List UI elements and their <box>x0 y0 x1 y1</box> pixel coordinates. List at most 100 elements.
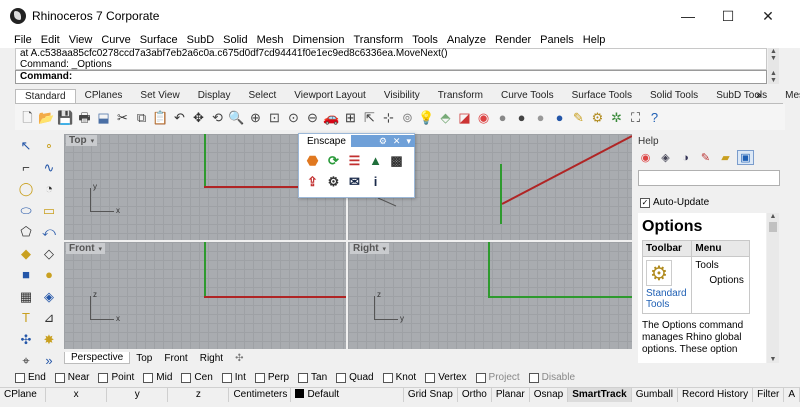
status-toggle-record-history[interactable]: Record History <box>678 387 754 402</box>
map-icon[interactable]: ⛶ <box>627 109 644 126</box>
tab-subd-tools[interactable]: SubD Tools <box>707 89 776 103</box>
zoom-window-icon[interactable]: ⊕ <box>247 109 264 126</box>
layers-panel-icon[interactable]: ◈ <box>657 150 674 165</box>
help-icon[interactable]: ? <box>646 109 663 126</box>
import-icon[interactable]: ⬓ <box>95 109 112 126</box>
viewport-tab-top[interactable]: Top <box>130 353 158 364</box>
enscape-start-icon[interactable]: ⬣ <box>303 152 322 169</box>
copy-icon[interactable]: ⧉ <box>133 109 150 126</box>
menu-surface[interactable]: Surface <box>140 34 178 46</box>
blue-sphere-icon[interactable]: ● <box>551 109 568 126</box>
car-icon[interactable]: 🚗 <box>323 109 340 126</box>
menu-panels[interactable]: Panels <box>540 34 574 46</box>
tab-select[interactable]: Select <box>240 89 286 103</box>
sphere-icon[interactable]: ● <box>38 264 60 285</box>
osnap-checkbox[interactable] <box>221 372 232 383</box>
close-button[interactable]: ✕ <box>748 0 788 32</box>
units-label[interactable]: Centimeters <box>229 387 292 402</box>
enscape-pattern-icon[interactable]: ▩ <box>387 152 406 169</box>
enscape-info-icon[interactable]: i <box>366 173 385 190</box>
zoom-icon[interactable]: 🔍 <box>228 109 245 126</box>
enscape-sync-icon[interactable]: ⟳ <box>324 152 343 169</box>
rotate-view-icon[interactable]: ⟲ <box>209 109 226 126</box>
rectangle-icon[interactable]: ▭ <box>38 200 60 221</box>
osnap-project[interactable]: Project <box>475 372 520 383</box>
help-toolbar-link[interactable]: Standard <box>646 288 688 299</box>
tab-visibility[interactable]: Visibility <box>375 89 429 103</box>
osnap-checkbox[interactable] <box>15 372 25 383</box>
toolbar-more-button[interactable]: » <box>756 90 762 101</box>
checkbox-checked[interactable]: ✓ <box>640 197 650 208</box>
viewport-tab-right[interactable]: Right <box>194 353 229 364</box>
paste-icon[interactable]: 📋 <box>152 109 169 126</box>
text-icon[interactable]: T <box>15 307 37 328</box>
minimize-button[interactable]: — <box>668 0 708 32</box>
box-icon[interactable]: ■ <box>15 264 37 285</box>
tab-solid-tools[interactable]: Solid Tools <box>641 89 707 103</box>
grasshopper-icon[interactable]: ✲ <box>608 109 625 126</box>
menu-solid[interactable]: Solid <box>223 34 247 46</box>
cut-icon[interactable]: ✂ <box>114 109 131 126</box>
status-toggle-ortho[interactable]: Ortho <box>458 387 492 402</box>
auto-update-checkbox[interactable]: ✓ Auto-Update <box>640 197 709 208</box>
dimension-icon[interactable]: ⊿ <box>38 307 60 328</box>
viewport-tab-front[interactable]: Front <box>158 353 193 364</box>
enscape-upload-icon[interactable]: ⇪ <box>303 173 322 190</box>
zoom-extents-icon[interactable]: ⊡ <box>266 109 283 126</box>
pencil-icon[interactable]: ✎ <box>570 109 587 126</box>
menu-view[interactable]: View <box>69 34 93 46</box>
layer-icon[interactable]: ⬘ <box>437 109 454 126</box>
tab-standard[interactable]: Standard <box>15 89 76 103</box>
osnap-checkbox[interactable] <box>254 372 265 383</box>
shaded-sphere-icon[interactable]: ● <box>513 109 530 126</box>
tab-surface-tools[interactable]: Surface Tools <box>563 89 641 103</box>
osnap-checkbox[interactable] <box>181 372 192 383</box>
menu-subd[interactable]: SubD <box>187 34 215 46</box>
status-toggle-grid-snap[interactable]: Grid Snap <box>404 387 458 402</box>
point-icon[interactable]: ∘ <box>38 135 60 156</box>
panel-search-input[interactable] <box>638 170 780 186</box>
ellipse-icon[interactable]: ⬭ <box>15 200 37 221</box>
osnap-quad[interactable]: Quad <box>336 372 374 383</box>
viewport-right-label[interactable]: Right ▾ <box>350 243 390 254</box>
osnap-mid[interactable]: Mid <box>143 372 172 383</box>
osnap-perp[interactable]: Perp <box>254 372 289 383</box>
zoom-selected-icon[interactable]: ⊙ <box>285 109 302 126</box>
osnap-checkbox[interactable] <box>475 372 486 383</box>
menu-curve[interactable]: Curve <box>101 34 130 46</box>
more-icon[interactable]: » <box>38 350 60 371</box>
command-input[interactable]: Command: <box>15 70 767 84</box>
osnap-point[interactable]: Point <box>98 372 134 383</box>
osnap-near[interactable]: Near <box>54 372 89 383</box>
chevron-down-icon[interactable]: ▾ <box>406 136 411 147</box>
tab-display[interactable]: Display <box>189 89 240 103</box>
color-wheel-icon[interactable]: ◉ <box>475 109 492 126</box>
osnap-checkbox[interactable] <box>382 372 393 383</box>
brush-panel-icon[interactable]: ✎ <box>697 150 714 165</box>
help-scrollbar[interactable]: ▲ ▼ <box>767 213 779 363</box>
tab-cplanes[interactable]: CPlanes <box>76 89 132 103</box>
tab-viewport-layout[interactable]: Viewport Layout <box>285 89 375 103</box>
circle-icon[interactable]: ◯ <box>15 178 37 199</box>
viewport-front[interactable]: Front ▾ zx <box>64 242 346 349</box>
menu-mesh[interactable]: Mesh <box>257 34 284 46</box>
undo-icon[interactable]: ↶ <box>171 109 188 126</box>
osnap-tan[interactable]: Tan <box>298 372 327 383</box>
viewport-tab-perspective[interactable]: Perspective <box>64 352 131 364</box>
tab-set-view[interactable]: Set View <box>131 89 188 103</box>
status-toggle-planar[interactable]: Planar <box>492 387 530 402</box>
osnap-checkbox[interactable] <box>98 372 109 383</box>
render-sphere-icon[interactable]: ● <box>494 109 511 126</box>
menu-edit[interactable]: Edit <box>41 34 60 46</box>
select-icon[interactable]: ⇱ <box>361 109 378 126</box>
gear-icon[interactable]: ⚙ <box>379 136 387 147</box>
pan-icon[interactable]: ✥ <box>190 109 207 126</box>
enscape-mail-icon[interactable]: ✉ <box>345 173 364 190</box>
help-toolbar-link[interactable]: Tools <box>646 299 688 310</box>
grid-icon[interactable]: ⊹ <box>380 109 397 126</box>
loft-icon[interactable]: ◇ <box>38 243 60 264</box>
open-folder-icon[interactable]: 📂 <box>38 109 55 126</box>
arc-icon[interactable]: ◔ <box>38 178 60 199</box>
status-toggle-smarttrack[interactable]: SmartTrack <box>568 387 632 402</box>
new-file-icon[interactable]: 🗋 <box>19 109 36 126</box>
